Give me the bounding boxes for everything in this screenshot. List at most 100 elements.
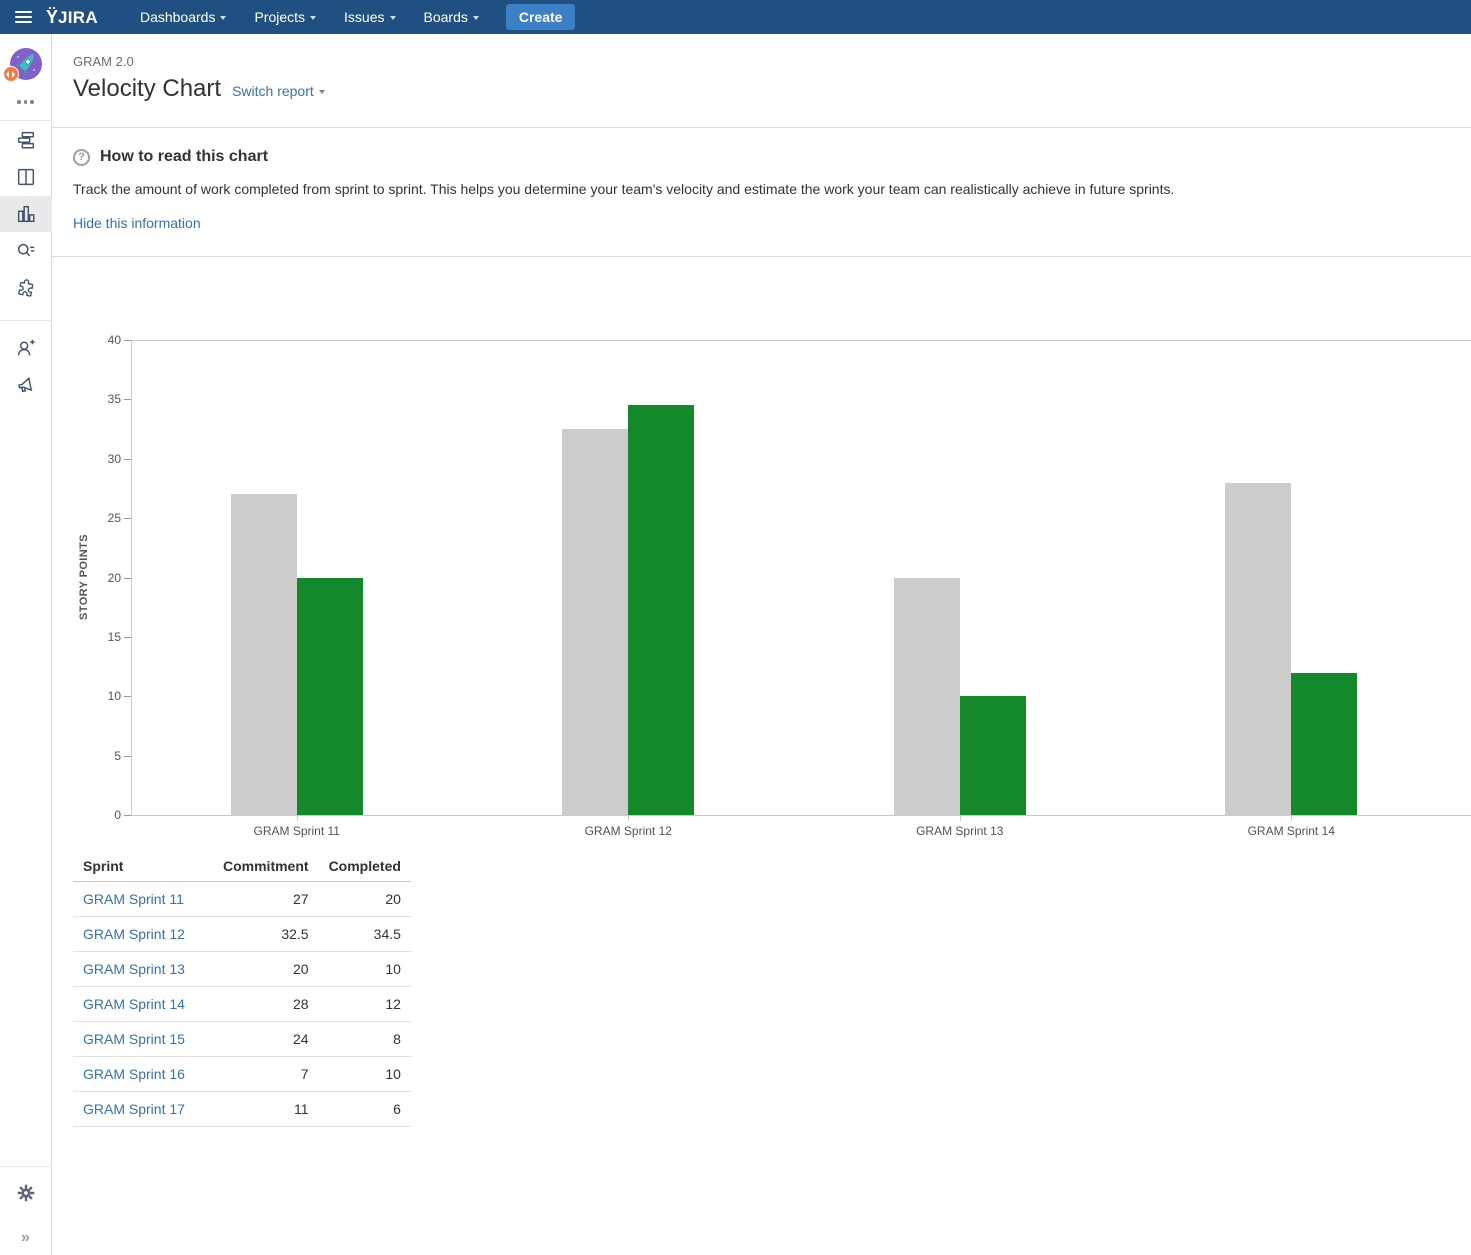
commitment-value: 32.5 [213, 916, 319, 951]
y-tick-label-10: 10 [52, 689, 121, 703]
x-tick-mark [960, 815, 961, 821]
y-axis-line [131, 340, 132, 815]
help-icon: ? [73, 149, 90, 166]
x-axis-line [131, 815, 1471, 816]
table-row: GRAM Sprint 17116 [73, 1091, 411, 1126]
page-header: GRAM 2.0 Velocity Chart Switch report [52, 34, 1471, 128]
sidebar-item-feedback[interactable] [0, 367, 52, 403]
switch-report-label: Switch report [232, 83, 314, 99]
project-avatar[interactable] [10, 48, 42, 80]
nav-boards-label: Boards [424, 9, 468, 25]
expand-sidebar-icon[interactable]: » [17, 1225, 34, 1251]
more-icon[interactable] [13, 96, 38, 108]
bar-completed-3 [1291, 673, 1357, 816]
bar-commitment-1 [562, 429, 628, 815]
y-tick-mark [124, 399, 131, 400]
commitment-value: 20 [213, 951, 319, 986]
sprint-cell: GRAM Sprint 14 [73, 986, 213, 1021]
x-tick-mark [297, 815, 298, 821]
sprint-link[interactable]: GRAM Sprint 15 [83, 1031, 185, 1047]
y-tick-label-35: 35 [52, 392, 121, 406]
sidebar-item-search-issues[interactable] [0, 233, 52, 269]
page-title: Velocity Chart [73, 74, 221, 104]
y-tick-label-40: 40 [52, 333, 121, 347]
x-tick-mark [628, 815, 629, 821]
x-category-label-3: GRAM Sprint 14 [1181, 824, 1401, 838]
add-user-icon [15, 337, 37, 359]
commitment-value: 28 [213, 986, 319, 1021]
bar-completed-0 [297, 578, 363, 816]
velocity-table: Sprint Commitment Completed GRAM Sprint … [73, 851, 411, 1127]
completed-value: 20 [319, 881, 411, 916]
sprint-link[interactable]: GRAM Sprint 17 [83, 1101, 185, 1117]
sidebar-item-reports[interactable] [0, 196, 52, 232]
bar-completed-2 [960, 696, 1026, 815]
table-header-row: Sprint Commitment Completed [73, 851, 411, 881]
sprint-cell: GRAM Sprint 11 [73, 881, 213, 916]
y-tick-mark [124, 637, 131, 638]
hide-information-link[interactable]: Hide this information [73, 215, 201, 231]
nav-dashboards[interactable]: Dashboards [140, 9, 227, 25]
nav-boards[interactable]: Boards [424, 9, 479, 25]
hamburger-menu-icon[interactable] [0, 0, 46, 34]
sidebar-item-settings[interactable] [0, 1175, 52, 1211]
sprint-link[interactable]: GRAM Sprint 11 [83, 891, 184, 907]
sidebar-divider [0, 320, 52, 321]
bar-commitment-0 [231, 494, 297, 815]
howto-title: How to read this chart [100, 148, 268, 166]
sidebar-item-addons[interactable] [0, 270, 52, 306]
table-row: GRAM Sprint 16710 [73, 1056, 411, 1091]
completed-value: 12 [319, 986, 411, 1021]
table-row: GRAM Sprint 15248 [73, 1021, 411, 1056]
table-row: GRAM Sprint 14 2812 [73, 986, 411, 1021]
chevron-down-icon [220, 16, 226, 20]
megaphone-icon [15, 374, 37, 396]
bar-commitment-3 [1225, 483, 1291, 816]
col-header-sprint: Sprint [73, 851, 213, 881]
y-tick-mark [124, 696, 131, 697]
nav-issues[interactable]: Issues [344, 9, 395, 25]
project-type-badge-icon [3, 66, 19, 82]
sprint-link[interactable]: GRAM Sprint 13 [83, 961, 185, 977]
sprint-link[interactable]: GRAM Sprint 12 [83, 926, 185, 942]
sidebar-divider [0, 1166, 52, 1167]
jira-mark-icon: Ÿ [46, 7, 57, 28]
sprint-link[interactable]: GRAM Sprint 16 [83, 1066, 185, 1082]
x-tick-mark [1291, 815, 1292, 821]
velocity-chart: 0510152025303540STORY POINTSGRAM Sprint … [52, 257, 1471, 844]
table-row: GRAM Sprint 11 2720 [73, 881, 411, 916]
sprint-link[interactable]: GRAM Sprint 14 [83, 996, 185, 1012]
jira-logo[interactable]: Ÿ JIRA [46, 7, 98, 28]
sprint-cell: GRAM Sprint 15 [73, 1021, 213, 1056]
nav-dashboards-label: Dashboards [140, 9, 216, 25]
y-tick-mark [124, 756, 131, 757]
nav-issues-label: Issues [344, 9, 384, 25]
y-tick-mark [124, 518, 131, 519]
sidebar-item-invite-user[interactable] [0, 330, 52, 366]
sprint-cell: GRAM Sprint 12 [73, 916, 213, 951]
sidebar-item-backlog[interactable] [0, 122, 52, 158]
project-sidebar: » [0, 34, 52, 1255]
gear-icon [15, 1182, 37, 1204]
chevron-down-icon [390, 16, 396, 20]
x-category-label-2: GRAM Sprint 13 [850, 824, 1070, 838]
completed-value: 6 [319, 1091, 411, 1126]
table-row: GRAM Sprint 132010 [73, 951, 411, 986]
bar-commitment-2 [894, 578, 960, 816]
sidebar-item-board[interactable] [0, 159, 52, 195]
x-category-label-0: GRAM Sprint 11 [187, 824, 407, 838]
nav-projects[interactable]: Projects [254, 9, 316, 25]
y-tick-mark [124, 459, 131, 460]
y-tick-label-30: 30 [52, 452, 121, 466]
commitment-value: 27 [213, 881, 319, 916]
switch-report-dropdown[interactable]: Switch report [232, 83, 325, 99]
howto-section: ? How to read this chart Track the amoun… [52, 128, 1471, 257]
breadcrumb[interactable]: GRAM 2.0 [73, 54, 1450, 69]
bar-completed-1 [628, 405, 694, 815]
reports-icon [15, 203, 37, 225]
puzzle-icon [15, 277, 37, 299]
sprint-cell: GRAM Sprint 16 [73, 1056, 213, 1091]
table-row: GRAM Sprint 1232.534.5 [73, 916, 411, 951]
create-button[interactable]: Create [506, 4, 576, 30]
board-icon [15, 166, 37, 188]
